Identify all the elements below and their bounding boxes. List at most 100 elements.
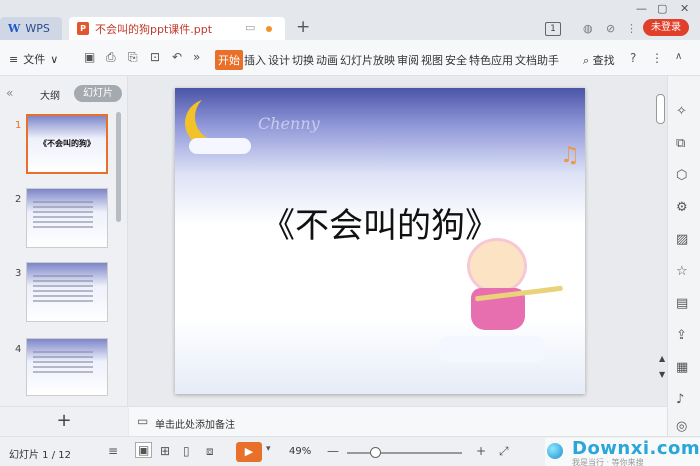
monitor-icon[interactable]: ▭ [245, 21, 255, 34]
slide-thumbnail[interactable] [26, 262, 108, 322]
tab-doc-assistant[interactable]: 文档助手 [514, 50, 560, 70]
file-menu[interactable]: ≡ 文件 ∨ [9, 51, 58, 67]
shape-icon[interactable]: ⬡ [676, 168, 687, 183]
wps-tab-label: WPS [25, 22, 50, 35]
tab-features[interactable]: 特色应用 [468, 50, 514, 70]
tab-design[interactable]: 设计 [267, 50, 291, 70]
help-icon[interactable]: ◎ [676, 419, 687, 434]
notes-toggle-icon[interactable]: ≡ [108, 444, 118, 458]
thumb-number: 4 [15, 344, 22, 355]
archive-icon[interactable]: ▤ [676, 296, 688, 311]
slide-thumbnail[interactable] [26, 338, 108, 396]
watermark-subtitle: 我是当行 · 等你来搜 [572, 458, 644, 466]
tab-slideshow[interactable]: 幻灯片放映 [339, 50, 396, 70]
minimize-button[interactable]: — [636, 2, 647, 15]
tab-transition[interactable]: 切换 [291, 50, 315, 70]
zoom-slider[interactable] [347, 452, 462, 454]
fit-window-icon[interactable]: ⤢ [499, 444, 509, 459]
canvas-scrollbar[interactable] [656, 94, 665, 124]
zoom-slider-handle[interactable] [370, 447, 381, 458]
moon-image [195, 93, 243, 141]
slide-panel: « 大纲 幻灯片 1 《不会叫的狗》 2 3 4 + [0, 76, 128, 436]
settings-sliders-icon[interactable]: ⚙ [676, 200, 688, 215]
collapse-panel-icon[interactable]: « [6, 86, 13, 100]
magic-icon[interactable]: ✧ [676, 104, 687, 119]
menu-more-icon[interactable]: ⋮ [626, 22, 637, 35]
find-label: 查找 [592, 54, 615, 67]
current-slide[interactable]: Chenny ♫ 《不会叫的狗》 [175, 88, 585, 394]
notes-area[interactable]: ▭ 单击此处添加备注 [129, 406, 667, 436]
search-icon: ⌕ [583, 54, 590, 67]
slide-thumbnail[interactable] [26, 188, 108, 248]
share-icon[interactable]: ⇪ [676, 328, 687, 343]
print-icon[interactable]: ⎘ [128, 50, 138, 65]
thumb-title: 《不会叫的狗》 [39, 139, 95, 148]
zoom-level[interactable]: 49% [289, 446, 311, 457]
page-badge[interactable]: 1 [545, 22, 561, 36]
thumb-number: 3 [15, 268, 22, 279]
scroll-down-icon[interactable]: ▼ [659, 370, 665, 379]
add-slide-button[interactable]: + [0, 406, 128, 436]
more-button[interactable]: ⋮ [651, 51, 663, 65]
note-icon: ▭ [137, 414, 149, 428]
ribbon-tabs: 开始 插入 设计 切换 动画 幻灯片放映 审阅 视图 安全 特色应用 文档助手 [215, 50, 560, 70]
play-slideshow-button[interactable]: ▶ [236, 442, 262, 462]
chevron-down-icon[interactable]: ▾ [266, 444, 271, 454]
slide-thumbnail[interactable]: 《不会叫的狗》 [26, 114, 108, 174]
hamburger-icon: ≡ [9, 52, 19, 66]
status-bar: 幻灯片 1 / 12 ≡ ▣ ⊞ ▯ ⧈ ▶ ▾ 49% — + ⤢ Downx… [0, 436, 700, 466]
unsaved-dot-icon [266, 26, 272, 32]
panel-header: « 大纲 幻灯片 [0, 84, 128, 104]
find-button[interactable]: ⌕ 查找 [583, 52, 615, 68]
layers-icon[interactable]: ⧉ [676, 136, 685, 151]
watermark-logo: Downxi.com [572, 438, 700, 459]
panel-scrollbar[interactable] [116, 112, 121, 222]
star-icon[interactable]: ☆ [676, 264, 688, 279]
export-icon[interactable]: ⎙ [106, 50, 116, 65]
tab-slides[interactable]: 幻灯片 [74, 85, 122, 102]
slide-signature: Chenny [258, 114, 320, 133]
slide-title[interactable]: 《不会叫的狗》 [175, 198, 585, 247]
login-button[interactable]: 未登录 [643, 19, 689, 36]
wps-home-tab[interactable]: W WPS [0, 17, 62, 40]
undo-icon[interactable]: ↶ [172, 50, 182, 64]
share-icon[interactable]: ⊘ [606, 22, 615, 35]
reading-view-icon[interactable]: ▯ [183, 444, 190, 458]
collapse-ribbon-button[interactable]: ∧ [675, 51, 682, 62]
wps-logo-icon: W [8, 22, 21, 35]
new-tab-button[interactable]: + [296, 17, 310, 37]
presenter-view-icon[interactable]: ⧈ [206, 444, 214, 459]
scroll-up-icon[interactable]: ▲ [659, 354, 665, 363]
picture-icon[interactable]: ▨ [676, 232, 688, 247]
save-icon[interactable]: ▣ [84, 50, 95, 64]
music-note-icon: ♫ [560, 143, 580, 168]
notes-placeholder: 单击此处添加备注 [155, 420, 235, 431]
tab-animation[interactable]: 动画 [315, 50, 339, 70]
tab-review[interactable]: 审阅 [396, 50, 420, 70]
preview-icon[interactable]: ⊡ [150, 50, 160, 64]
tab-insert[interactable]: 插入 [243, 50, 267, 70]
tab-security[interactable]: 安全 [444, 50, 468, 70]
watermark-logo-icon [547, 443, 563, 459]
cloud-image [189, 138, 251, 154]
skin-icon[interactable]: ◍ [583, 22, 593, 35]
right-toolbar: ✧ ⧉ ⬡ ⚙ ▨ ☆ ▤ ⇪ ▦ ♪ ◎ [667, 76, 700, 436]
sorter-view-icon[interactable]: ⊞ [160, 444, 170, 458]
slide-canvas: Chenny ♫ 《不会叫的狗》 ▲ ▼ [129, 76, 667, 406]
zoom-in-button[interactable]: + [476, 444, 486, 458]
audio-icon[interactable]: ♪ [676, 392, 684, 407]
help-button[interactable]: ? [630, 51, 636, 65]
overflow-icon[interactable]: » [193, 50, 200, 64]
tab-view[interactable]: 视图 [420, 50, 444, 70]
maximize-button[interactable]: ▢ [657, 2, 667, 15]
thumb-number: 1 [15, 120, 22, 131]
image-icon[interactable]: ▦ [676, 360, 688, 375]
tab-outline[interactable]: 大纲 [40, 87, 60, 102]
tab-home[interactable]: 开始 [215, 50, 243, 70]
chevron-down-icon: ∨ [50, 52, 59, 66]
title-bar: W WPS P 不会叫的狗ppt课件.ppt ▭ + 1 ◍ ⊘ ⋮ — ▢ ✕… [0, 0, 700, 40]
normal-view-icon[interactable]: ▣ [135, 442, 153, 458]
close-button[interactable]: ✕ [680, 2, 689, 15]
cloud-image [437, 336, 547, 362]
zoom-out-button[interactable]: — [327, 444, 339, 458]
